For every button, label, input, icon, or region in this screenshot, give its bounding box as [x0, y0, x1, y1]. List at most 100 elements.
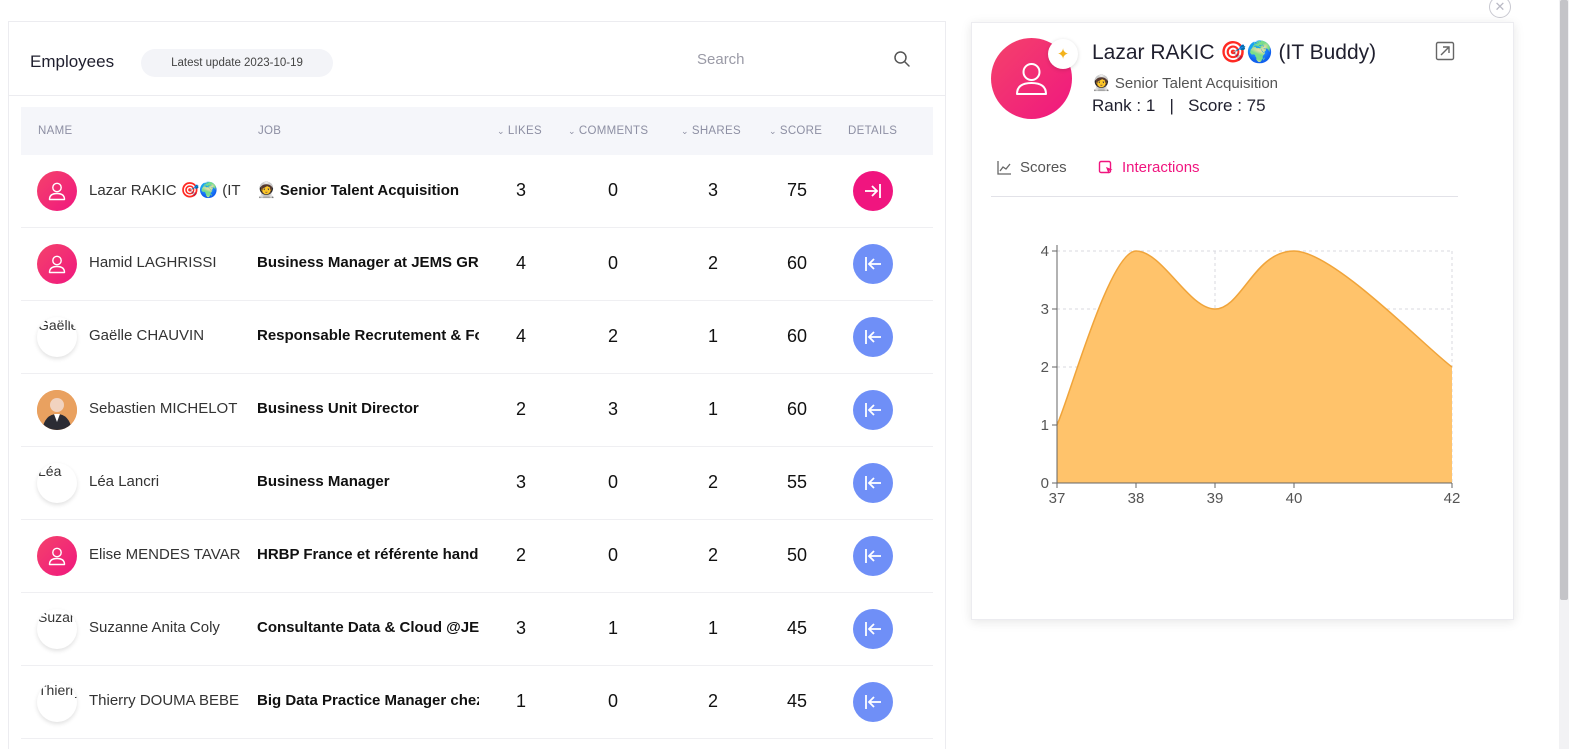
employee-name: Thierry DOUMA BEBE: [89, 692, 240, 709]
arrow-left-to-bar-icon: [865, 330, 881, 344]
shares-value: 2: [707, 545, 718, 565]
search-input[interactable]: [649, 46, 919, 72]
user-icon: [48, 182, 66, 201]
tab-interactions[interactable]: Interactions: [1098, 159, 1200, 176]
likes-value: 3: [515, 472, 526, 492]
score-value: 55: [786, 472, 808, 492]
broken-image-alt: Thierry: [38, 682, 77, 698]
employee-name: Suzanne Anita Coly: [89, 619, 220, 636]
shares-value: 1: [707, 618, 718, 638]
broken-image-alt: Gaëlle: [38, 317, 77, 333]
likes-value: 3: [515, 180, 526, 200]
broken-image-alt: Léa: [38, 463, 62, 479]
employee-name: Léa Lancri: [89, 473, 160, 490]
likes-value: 3: [515, 618, 526, 638]
y-tick-label: 2: [1041, 359, 1049, 376]
external-link-icon[interactable]: [1435, 41, 1455, 61]
shares-value: 3: [707, 180, 718, 200]
tab-scores[interactable]: Scores: [996, 159, 1067, 176]
table-row: Gaëlle Gaëlle CHAUVIN Responsable Recrutem…: [21, 301, 933, 374]
score-label: Score : 75: [1188, 96, 1266, 115]
y-tick-label: 1: [1041, 417, 1049, 434]
column-name: NAME: [38, 125, 73, 137]
table-row: Lazar RAKIC 🎯🌍 (IT Buddy) 🧑‍🚀 Senior Tale…: [21, 155, 933, 228]
column-details: DETAILS: [848, 125, 898, 137]
y-tick-label: 4: [1041, 243, 1049, 260]
chevron-down-icon: ⌄: [568, 126, 576, 136]
y-tick-label: 0: [1041, 475, 1049, 492]
avatar: [37, 244, 77, 284]
score-value: 60: [786, 326, 808, 346]
shares-value: 1: [707, 326, 718, 346]
employee-job: Consultante Data & Cloud @JEMS: [257, 619, 479, 636]
comments-value: 0: [607, 253, 618, 273]
likes-value: 2: [515, 545, 526, 565]
tab-divider: [991, 196, 1458, 197]
detail-rank-score: Rank : 1 | Score : 75: [1092, 96, 1266, 116]
arrow-left-to-bar-icon: [865, 403, 881, 417]
comments-value: 0: [607, 472, 618, 492]
page-scrollbar[interactable]: [1559, 0, 1569, 749]
table-row: Léa Léa Lancri Business Manager 3 0 2 55: [21, 447, 933, 520]
employee-job: HRBP France et référente handicap: [257, 546, 479, 563]
detail-name: Lazar RAKIC 🎯🌍 (IT Buddy): [1092, 41, 1377, 64]
comments-value: 0: [607, 691, 618, 711]
chevron-down-icon: ⌄: [769, 126, 777, 136]
avatar: [37, 536, 77, 576]
line-chart-icon: [997, 160, 1011, 175]
scrollbar-thumb[interactable]: [1560, 0, 1568, 600]
column-job: JOB: [258, 125, 282, 137]
shares-value: 2: [707, 691, 718, 711]
comments-value: 0: [607, 545, 618, 565]
page: ✕ Employees Latest update 2023-10-19 NAM…: [0, 0, 1569, 749]
arrow-left-to-bar-icon: [865, 476, 881, 490]
column-shares[interactable]: ⌄ SHARES: [681, 107, 741, 155]
score-value: 60: [786, 399, 808, 419]
table-header: NAME JOB ⌄ LIKES ⌄ COMMENTS ⌄ SHARES ⌄ SCORE…: [21, 107, 933, 155]
table-row: Hamid LAGHRISSI Business Manager at JEMS …: [21, 228, 933, 301]
cursor-click-icon: [1098, 160, 1113, 173]
arrow-left-to-bar-icon: [865, 549, 881, 563]
details-button[interactable]: [853, 390, 893, 430]
avatar: Suzanne: [37, 609, 77, 649]
comments-value: 3: [607, 399, 618, 419]
user-icon: [48, 255, 66, 274]
employee-name: Gaëlle CHAUVIN: [89, 327, 205, 344]
column-likes[interactable]: ⌄ LIKES: [497, 107, 542, 155]
details-button[interactable]: [853, 682, 893, 722]
column-score[interactable]: ⌄ SCORE: [769, 107, 822, 155]
search-icon[interactable]: [893, 50, 911, 68]
details-button[interactable]: [853, 536, 893, 576]
detail-job: 🧑‍🚀 Senior Talent Acquisition: [1092, 75, 1279, 92]
x-tick-label: 42: [1444, 490, 1461, 507]
details-button[interactable]: [853, 317, 893, 357]
user-icon: [48, 547, 66, 566]
details-button[interactable]: [853, 171, 893, 211]
avatar: Léa: [37, 463, 77, 503]
employee-name: Hamid LAGHRISSI: [89, 254, 217, 271]
arrow-right-to-bar-icon: [865, 184, 881, 198]
rank-separator: |: [1169, 96, 1174, 115]
y-tick-label: 3: [1041, 301, 1049, 318]
details-button[interactable]: [853, 609, 893, 649]
arrow-left-to-bar-icon: [865, 257, 881, 271]
comments-value: 0: [607, 180, 618, 200]
comments-value: 1: [607, 618, 618, 638]
details-button[interactable]: [853, 244, 893, 284]
chevron-down-icon: ⌄: [681, 126, 689, 136]
likes-value: 4: [515, 253, 526, 273]
employee-name: Sebastien MICHELOT: [89, 400, 238, 417]
details-button[interactable]: [853, 463, 893, 503]
table-row: Thierry Thierry DOUMA BEBE Big Data Practi…: [21, 666, 933, 739]
column-comments[interactable]: ⌄ COMMENTS: [568, 107, 648, 155]
x-tick-label: 40: [1286, 490, 1303, 507]
employee-detail-card: ✦ Lazar RAKIC 🎯🌍 (IT Buddy) 🧑‍🚀 Senior T…: [971, 22, 1514, 620]
likes-value: 1: [515, 691, 526, 711]
score-value: 60: [786, 253, 808, 273]
shares-value: 1: [707, 399, 718, 419]
close-icon[interactable]: ✕: [1489, 0, 1511, 18]
avatar: [37, 171, 77, 211]
table-row: Suzanne Suzanne Anita Coly Consultante Dat…: [21, 593, 933, 666]
profile-photo: [37, 390, 77, 430]
tab-interactions-label: Interactions: [1122, 159, 1200, 176]
